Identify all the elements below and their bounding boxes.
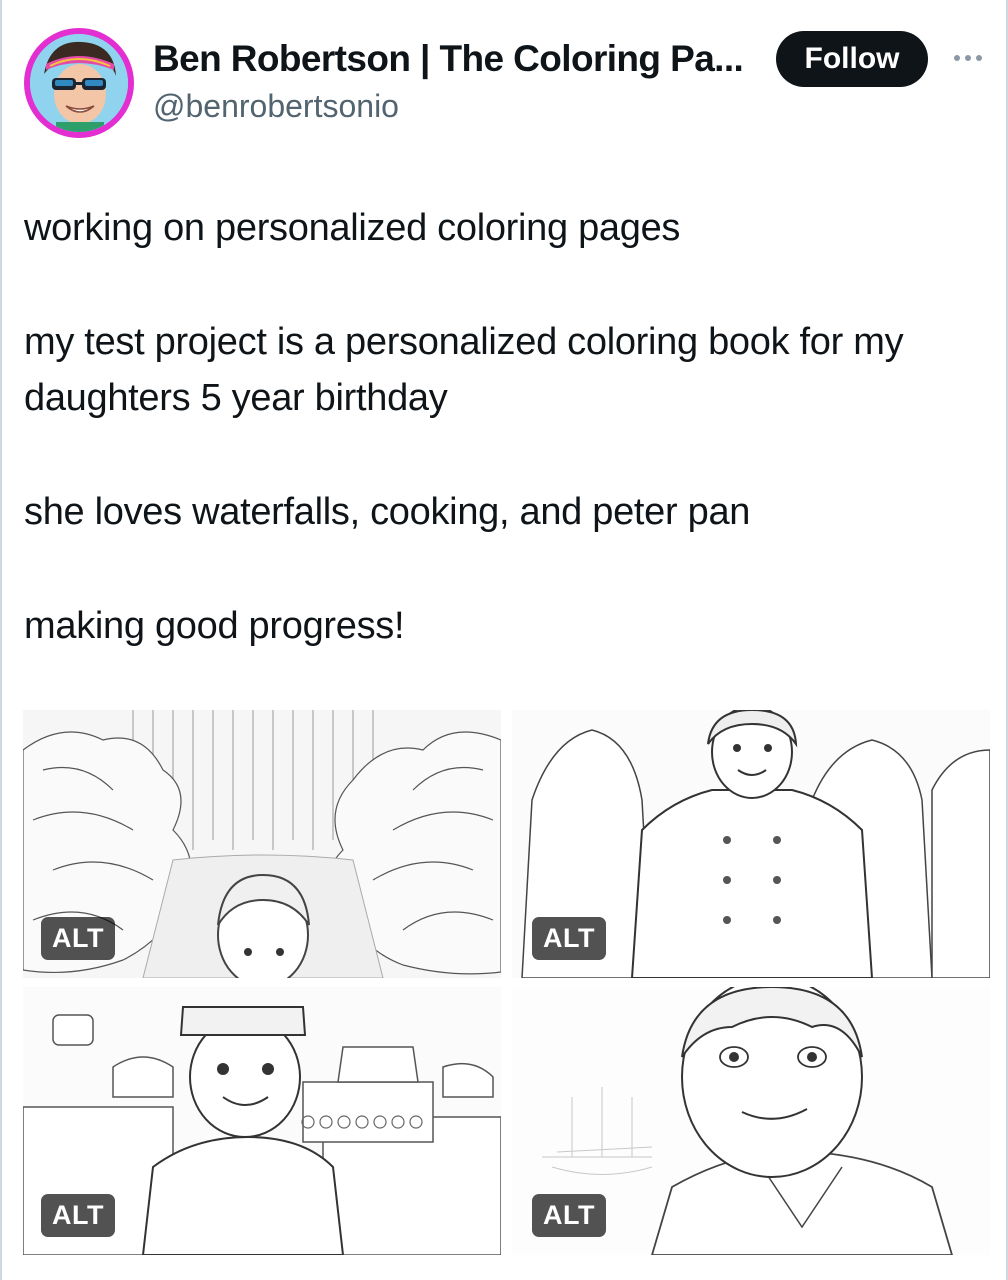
alt-badge[interactable]: ALT: [41, 917, 115, 960]
more-horizontal-icon[interactable]: [948, 48, 988, 68]
alt-badge[interactable]: ALT: [532, 1194, 606, 1237]
author-display-name[interactable]: Ben Robertson | The Coloring Pa...: [153, 38, 744, 80]
media-grid: ALT ALT ALT ALT: [23, 710, 990, 1255]
tweet-header: Ben Robertson | The Coloring Pa... @benr…: [2, 0, 1006, 150]
tweet-paragraph: my test project is a personalized colori…: [24, 321, 904, 419]
tweet-paragraph: she loves waterfalls, cooking, and peter…: [24, 491, 751, 533]
media-image-waterfall[interactable]: ALT: [23, 710, 501, 978]
media-image-chef-group[interactable]: ALT: [512, 710, 990, 978]
media-image-boy-portrait[interactable]: ALT: [512, 987, 990, 1255]
alt-badge[interactable]: ALT: [41, 1194, 115, 1237]
tweet-paragraph: working on personalized coloring pages: [24, 207, 681, 249]
alt-badge[interactable]: ALT: [532, 917, 606, 960]
tweet-paragraph: making good progress!: [24, 605, 405, 647]
author-handle[interactable]: @benrobertsonio: [153, 88, 399, 125]
tweet-body: working on personalized coloring pages m…: [24, 200, 984, 654]
media-image-kitchen-girl[interactable]: ALT: [23, 987, 501, 1255]
avatar-photo: [30, 34, 128, 132]
avatar[interactable]: [24, 28, 134, 138]
follow-button[interactable]: Follow: [776, 31, 928, 87]
